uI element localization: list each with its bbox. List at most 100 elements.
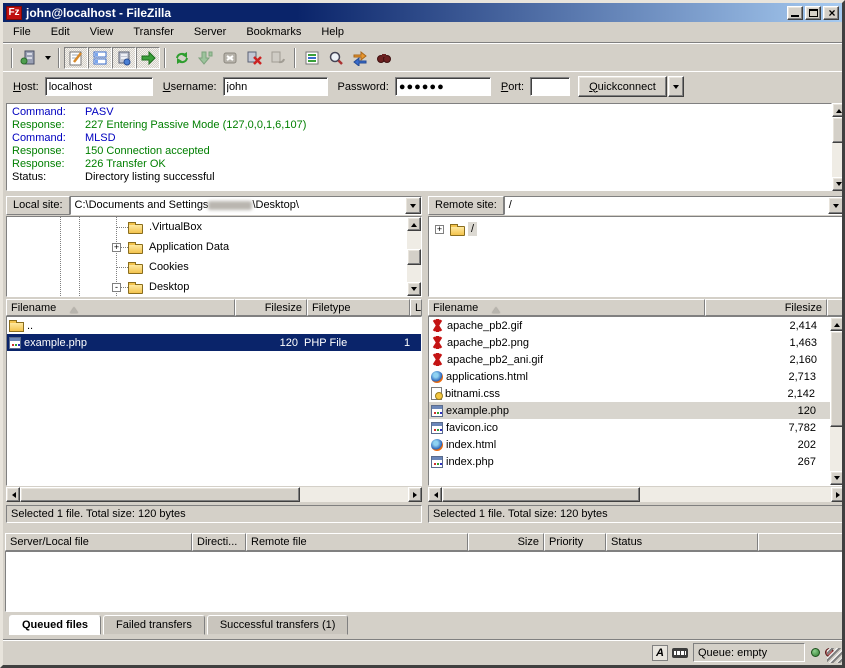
- site-manager-button[interactable]: [17, 47, 41, 69]
- expand-icon[interactable]: +: [112, 243, 121, 252]
- scroll-right-button[interactable]: [831, 487, 845, 502]
- image-file-icon: [431, 353, 444, 366]
- remote-file-row-selected[interactable]: example.php120: [429, 402, 844, 419]
- remote-site-combobox[interactable]: /: [504, 196, 845, 215]
- synchronized-browsing-button[interactable]: [348, 47, 372, 69]
- scroll-up-button[interactable]: [407, 217, 421, 231]
- menu-server[interactable]: Server: [184, 23, 236, 41]
- scroll-up-button[interactable]: [830, 317, 844, 331]
- tree-item-application-data[interactable]: + Application Data: [7, 237, 232, 257]
- tree-item-root[interactable]: + /: [429, 219, 477, 239]
- filter-button[interactable]: [300, 47, 324, 69]
- scroll-down-button[interactable]: [407, 282, 421, 296]
- column-header-direction[interactable]: Directi...: [192, 533, 246, 551]
- local-file-row[interactable]: ..: [7, 317, 421, 334]
- remote-file-row[interactable]: applications.html2,713: [429, 368, 844, 385]
- speed-limit-icon[interactable]: [672, 648, 688, 658]
- scroll-down-button[interactable]: [830, 471, 844, 485]
- resize-grip[interactable]: [827, 648, 842, 663]
- scrollbar-thumb[interactable]: [20, 487, 300, 502]
- find-files-button[interactable]: [372, 47, 396, 69]
- scrollbar-thumb[interactable]: [407, 249, 421, 265]
- cancel-button[interactable]: [218, 47, 242, 69]
- remote-file-row[interactable]: favicon.ico7,782: [429, 419, 844, 436]
- column-header-remote-file[interactable]: Remote file: [246, 533, 468, 551]
- scroll-right-button[interactable]: [408, 487, 422, 502]
- remote-list-hscrollbar[interactable]: [428, 487, 845, 502]
- menu-bookmarks[interactable]: Bookmarks: [236, 23, 311, 41]
- column-header-filesize[interactable]: Filesize: [705, 299, 827, 316]
- local-tree-scrollbar[interactable]: [407, 217, 421, 296]
- local-file-row-selected[interactable]: example.php 120 PHP File 1: [7, 334, 421, 351]
- toggle-transfer-queue-button[interactable]: [136, 47, 160, 69]
- column-header-size[interactable]: Size: [468, 533, 544, 551]
- remote-file-row[interactable]: bitnami.css2,142: [429, 385, 844, 402]
- tree-item-desktop[interactable]: - Desktop: [7, 277, 192, 297]
- local-list-hscrollbar[interactable]: [6, 487, 422, 502]
- menu-transfer[interactable]: Transfer: [123, 23, 184, 41]
- scroll-up-button[interactable]: [832, 103, 845, 117]
- process-queue-button[interactable]: [194, 47, 218, 69]
- tree-item-cookies[interactable]: Cookies: [7, 257, 192, 277]
- log-scrollbar[interactable]: [832, 103, 845, 191]
- username-label: Username:: [163, 81, 217, 93]
- scroll-left-button[interactable]: [428, 487, 442, 502]
- toggle-local-tree-button[interactable]: [88, 47, 112, 69]
- scroll-down-button[interactable]: [832, 177, 845, 191]
- scroll-left-button[interactable]: [6, 487, 20, 502]
- refresh-icon: [174, 50, 190, 66]
- port-input[interactable]: [530, 77, 570, 96]
- local-site-combobox[interactable]: C:\Documents and Settings\Desktop\: [70, 196, 422, 215]
- root-label: /: [468, 222, 477, 236]
- column-header-filename[interactable]: Filename: [428, 299, 705, 316]
- column-header-filename[interactable]: Filename: [6, 299, 235, 316]
- scrollbar-thumb[interactable]: [832, 117, 845, 143]
- remote-file-row[interactable]: apache_pb2.gif2,414: [429, 317, 844, 334]
- host-input[interactable]: [45, 77, 153, 96]
- remote-file-row[interactable]: apache_pb2.png1,463: [429, 334, 844, 351]
- toggle-message-log-button[interactable]: [64, 47, 88, 69]
- column-header-filetype[interactable]: Filetype: [307, 299, 410, 316]
- directory-comparison-button[interactable]: [324, 47, 348, 69]
- toolbar-separator: [294, 48, 296, 68]
- close-button[interactable]: ×: [823, 6, 839, 20]
- column-header-status[interactable]: Status: [606, 533, 758, 551]
- menu-help[interactable]: Help: [311, 23, 354, 41]
- remote-site-dropdown-button[interactable]: [828, 197, 844, 214]
- site-manager-dropdown-button[interactable]: [41, 47, 54, 69]
- disconnect-button[interactable]: [242, 47, 266, 69]
- process-queue-icon: [198, 50, 214, 66]
- menu-edit[interactable]: Edit: [41, 23, 80, 41]
- maximize-button[interactable]: [805, 6, 821, 20]
- column-header-filesize[interactable]: Filesize: [235, 299, 307, 316]
- tab-successful-transfers[interactable]: Successful transfers (1): [207, 615, 349, 635]
- remote-list-scrollbar[interactable]: [830, 317, 844, 485]
- title-bar[interactable]: Fz john@localhost - FileZilla ×: [3, 3, 842, 22]
- password-input[interactable]: [395, 77, 491, 96]
- refresh-button[interactable]: [170, 47, 194, 69]
- tab-queued-files[interactable]: Queued files: [9, 615, 101, 635]
- column-header-filler: [758, 533, 845, 551]
- scrollbar-thumb[interactable]: [830, 331, 844, 427]
- scrollbar-thumb[interactable]: [442, 487, 640, 502]
- collapse-icon[interactable]: -: [112, 283, 121, 292]
- menu-view[interactable]: View: [80, 23, 124, 41]
- remote-file-row[interactable]: index.php267: [429, 453, 844, 470]
- expand-icon[interactable]: +: [435, 225, 444, 234]
- username-input[interactable]: [223, 77, 328, 96]
- tree-item-virtualbox[interactable]: .VirtualBox: [7, 217, 205, 237]
- tab-failed-transfers[interactable]: Failed transfers: [103, 615, 205, 635]
- local-site-dropdown-button[interactable]: [405, 197, 421, 214]
- minimize-button[interactable]: [787, 6, 803, 20]
- reconnect-button[interactable]: [266, 47, 290, 69]
- column-header-priority[interactable]: Priority: [544, 533, 606, 551]
- data-type-indicator-icon[interactable]: A: [652, 645, 668, 661]
- quickconnect-button[interactable]: Quickconnect: [578, 76, 667, 97]
- menu-file[interactable]: File: [3, 23, 41, 41]
- column-header-lastmodified[interactable]: L: [410, 299, 422, 316]
- toggle-remote-tree-button[interactable]: [112, 47, 136, 69]
- quickconnect-dropdown-button[interactable]: [668, 76, 684, 97]
- column-header-server-local-file[interactable]: Server/Local file: [5, 533, 192, 551]
- remote-file-row[interactable]: apache_pb2_ani.gif2,160: [429, 351, 844, 368]
- remote-file-row[interactable]: index.html202: [429, 436, 844, 453]
